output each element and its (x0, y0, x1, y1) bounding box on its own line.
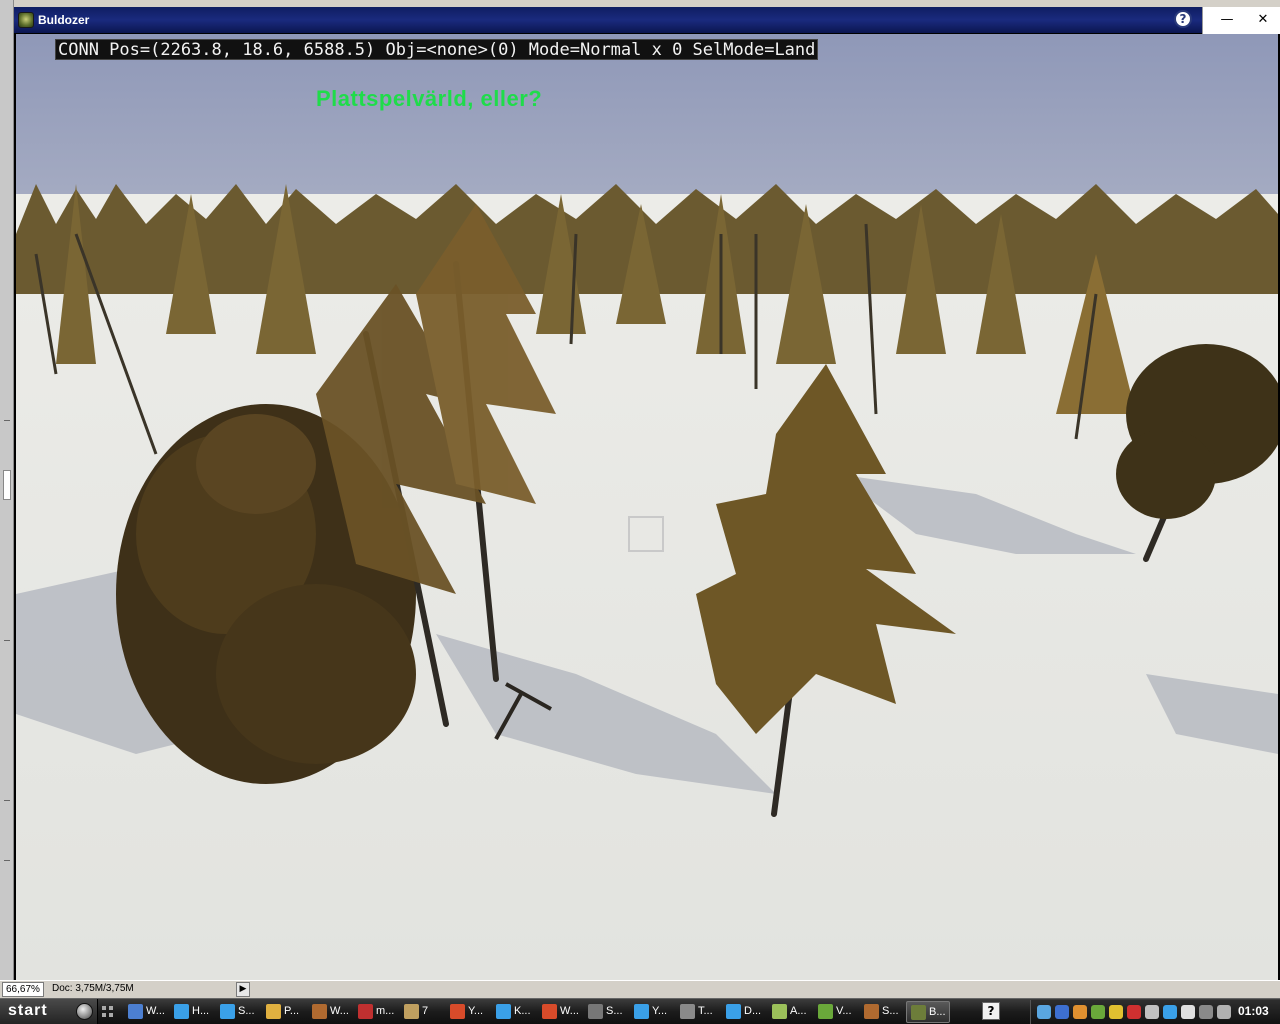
check-icon (818, 1004, 833, 1019)
taskbar-item[interactable]: S... (216, 1001, 260, 1023)
background-scrollbar-thumb[interactable] (3, 470, 11, 500)
buldozer-app-icon (18, 12, 34, 28)
taskbar-item-label: V... (836, 1005, 852, 1017)
taskbar: start W... H... S... P... W... m... 7 Y... K... W… (0, 998, 1280, 1024)
taskbar-item[interactable]: 7 (400, 1001, 444, 1023)
window-titlebar[interactable]: Buldozer ? — ✕ (14, 7, 1280, 34)
browser-icon (542, 1004, 557, 1019)
doc-size-info: Doc: 3,75M/3,75M (52, 983, 134, 994)
taskbar-item[interactable]: Y... (446, 1001, 490, 1023)
taskbar-item[interactable]: B... (906, 1001, 950, 1023)
taskbar-item[interactable]: S... (860, 1001, 904, 1023)
quick-launch-toggle-icon[interactable] (100, 1004, 118, 1020)
ruler-tick (4, 860, 10, 861)
taskbar-item[interactable]: D... (722, 1001, 766, 1023)
tray-messenger-icon[interactable] (1163, 1005, 1177, 1019)
taskbar-item[interactable]: W... (308, 1001, 352, 1023)
taskbar-item-label: W... (560, 1005, 579, 1017)
background-app-edge (0, 0, 14, 980)
taskbar-item-label: P... (284, 1005, 300, 1017)
taskbar-item-label: S... (606, 1005, 623, 1017)
taskbar-item[interactable]: H... (170, 1001, 214, 1023)
taskbar-item[interactable]: W... (124, 1001, 168, 1023)
tray-browser-icon[interactable] (1055, 1005, 1069, 1019)
taskbar-item[interactable]: A... (768, 1001, 812, 1023)
taskbar-item[interactable]: W... (538, 1001, 582, 1023)
taskbar-item[interactable]: P... (262, 1001, 306, 1023)
tray-app-icon[interactable] (1073, 1005, 1087, 1019)
tray-steam-icon[interactable] (1199, 1005, 1213, 1019)
taskbar-item-label: W... (146, 1005, 165, 1017)
desktop: Buldozer ? — ✕ CONN Pos=(2263.8, 18.6, 6… (0, 0, 1280, 1024)
messenger-icon (634, 1004, 649, 1019)
text-icon (680, 1004, 695, 1019)
ruler-tick (4, 420, 10, 421)
taskbar-item-label: S... (882, 1005, 899, 1017)
taskbar-item-label: D... (744, 1005, 762, 1017)
tray-shield-icon[interactable] (1109, 1005, 1123, 1019)
start-button[interactable]: start (0, 999, 98, 1024)
taskbar-item[interactable]: Y... (630, 1001, 674, 1023)
start-label: start (8, 1002, 48, 1019)
taskbar-item[interactable]: m... (354, 1001, 398, 1023)
tray-update-icon[interactable] (1181, 1005, 1195, 1019)
archive-icon (312, 1004, 327, 1019)
taskbar-item[interactable]: V... (814, 1001, 858, 1023)
tray-security-icon[interactable] (1091, 1005, 1105, 1019)
taskbar-item-label: B... (929, 1006, 946, 1018)
taskbar-item-label: H... (192, 1005, 210, 1017)
messenger-icon (726, 1004, 741, 1019)
messenger-icon (496, 1004, 511, 1019)
tray-ati-icon[interactable] (1127, 1005, 1141, 1019)
steam-icon (588, 1004, 603, 1019)
zoom-field[interactable]: 66,67% (2, 982, 44, 997)
folder-icon (266, 1004, 281, 1019)
status-menu-arrow-icon[interactable]: ▶ (236, 982, 250, 997)
taskbar-item-label: A... (790, 1005, 807, 1017)
ruler-tick (4, 800, 10, 801)
pencil-icon (404, 1004, 419, 1019)
taskbar-item[interactable]: K... (492, 1001, 536, 1023)
background-app-statusbar: 66,67% Doc: 3,75M/3,75M ▶ (0, 980, 1280, 998)
taskbar-item-label: T... (698, 1005, 713, 1017)
window-title: Buldozer (38, 13, 90, 27)
taskbar-item-label: 7 (422, 1005, 429, 1017)
messenger-icon (220, 1004, 235, 1019)
hud-chat-message: Plattspelvärld, eller? (316, 86, 543, 111)
tray-volume-icon[interactable] (1145, 1005, 1159, 1019)
messenger-icon (174, 1004, 189, 1019)
buldozer-icon (911, 1005, 926, 1020)
taskbar-clock: 01:03 (1238, 1004, 1269, 1018)
buldozer-window: Buldozer ? — ✕ CONN Pos=(2263.8, 18.6, 6… (14, 7, 1280, 980)
taskbar-item-label: m... (376, 1005, 395, 1017)
window-controls: — ✕ (1202, 7, 1280, 34)
minimize-button[interactable]: — (1217, 12, 1237, 28)
taskbar-item-label: W... (330, 1005, 349, 1017)
tray-network-icon[interactable] (1037, 1005, 1051, 1019)
pencil-icon (772, 1004, 787, 1019)
forest-scene (16, 34, 1278, 980)
taskbar-item[interactable]: T... (676, 1001, 720, 1023)
taskbar-item-label: Y... (468, 1005, 484, 1017)
taskbar-item-label: S... (238, 1005, 255, 1017)
taskbar-item[interactable]: S... (584, 1001, 628, 1023)
ruler-tick (4, 640, 10, 641)
browser-icon (450, 1004, 465, 1019)
taskbar-item-label: Y... (652, 1005, 668, 1017)
start-orb-icon (76, 1003, 93, 1020)
close-button[interactable]: ✕ (1253, 12, 1273, 28)
taskbar-item-label: K... (514, 1005, 531, 1017)
archive-icon (864, 1004, 879, 1019)
tray-misc-icon[interactable] (1217, 1005, 1231, 1019)
paint-icon (128, 1004, 143, 1019)
3d-viewport[interactable]: CONN Pos=(2263.8, 18.6, 6588.5) Obj=<non… (16, 34, 1278, 980)
app-icon (358, 1004, 373, 1019)
help-icon[interactable]: ? (1174, 10, 1192, 28)
hud-status-line: CONN Pos=(2263.8, 18.6, 6588.5) Obj=<non… (55, 39, 819, 60)
taskbar-help-icon[interactable]: ? (982, 1002, 1000, 1020)
